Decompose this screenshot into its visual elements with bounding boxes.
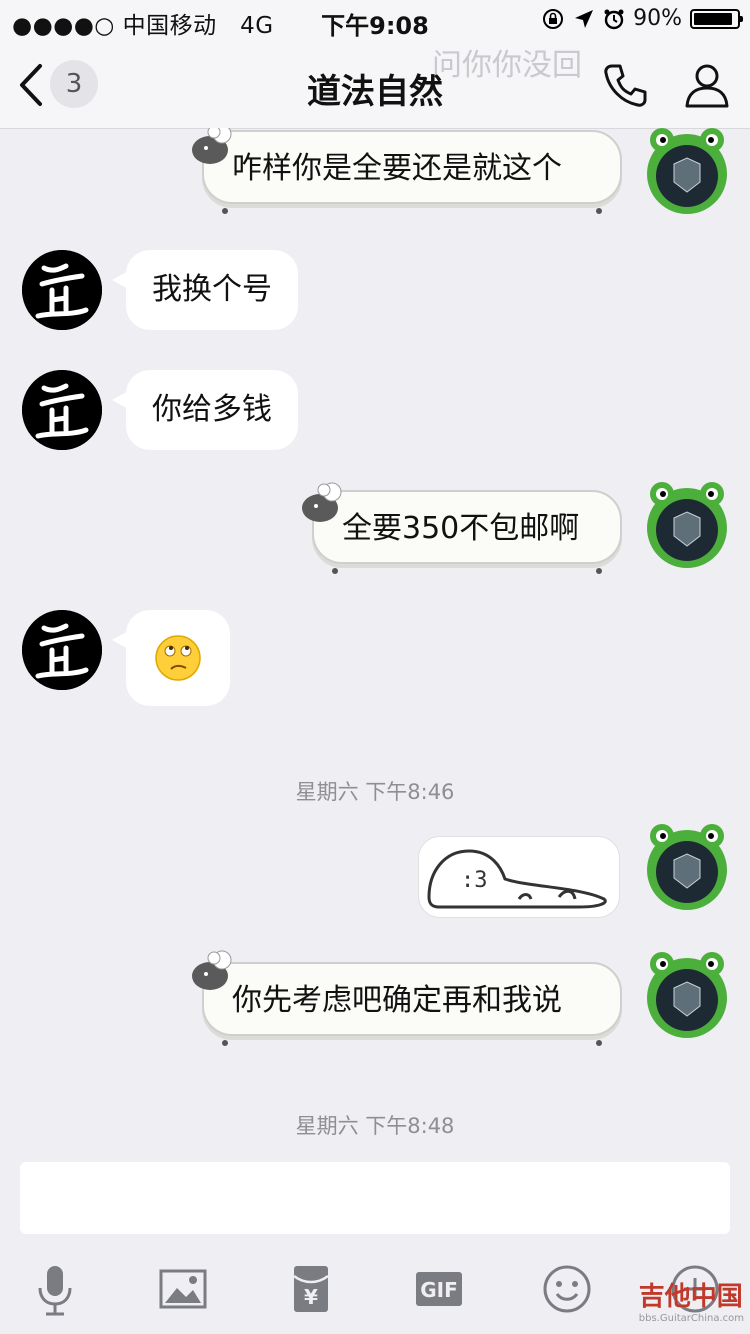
sent-message-bubble[interactable]: 全要350不包邮啊 (312, 490, 622, 564)
battery-icon (690, 8, 743, 29)
sent-message-bubble[interactable]: 你先考虑吧确定再和我说 (202, 962, 622, 1036)
nav-bar: 问你你没回 3 道法自然 (0, 40, 750, 129)
message-timestamp: 星期六 下午8:48 (295, 1114, 455, 1138)
sent-sticker-bubble[interactable]: :3 (418, 836, 620, 918)
sticker-face-text: :3 (461, 868, 488, 893)
alarm-icon (604, 9, 624, 29)
status-right: 90% (541, 6, 743, 31)
contact-profile-icon[interactable] (682, 60, 732, 110)
sent-message-bubble[interactable]: 咋样你是全要还是就这个 (202, 130, 622, 204)
eye-roll-emoji-icon (155, 635, 201, 681)
message-text: 你给多钱 (152, 392, 272, 427)
gif-label: GIF (420, 1278, 458, 1302)
message-text: 全要350不包邮啊 (342, 511, 580, 546)
contact-avatar[interactable] (22, 250, 102, 330)
sheep-bubble-decoration-icon (302, 482, 342, 522)
my-frog-avatar[interactable] (642, 478, 732, 568)
my-frog-avatar[interactable] (642, 820, 732, 910)
location-arrow-icon (575, 9, 594, 28)
input-toolbar: ¥ GIF 吉他中国 bbs.GuitarChina.com (0, 1250, 750, 1334)
contact-avatar[interactable] (22, 610, 102, 690)
phone-call-icon[interactable] (600, 60, 650, 110)
sheep-bubble-decoration-icon (192, 128, 232, 164)
seal-sticker-image: :3 (427, 849, 607, 909)
watermark-url: bbs.GuitarChina.com (638, 1313, 744, 1324)
received-emoji-bubble[interactable] (112, 610, 230, 706)
received-message-bubble[interactable]: 你给多钱 (112, 370, 298, 450)
message-text: 我换个号 (152, 272, 272, 307)
orientation-lock-icon (543, 8, 564, 29)
received-message-bubble[interactable]: 我换个号 (112, 250, 298, 330)
message-text: 你先考虑吧确定再和我说 (232, 983, 562, 1018)
red-packet-icon[interactable]: ¥ (284, 1262, 338, 1316)
microphone-icon[interactable] (28, 1262, 82, 1316)
contact-avatar[interactable] (22, 370, 102, 450)
my-frog-avatar[interactable] (642, 948, 732, 1038)
message-input[interactable] (20, 1162, 730, 1234)
emoji-icon[interactable] (540, 1262, 594, 1316)
sheep-bubble-decoration-icon (192, 950, 232, 990)
my-frog-avatar[interactable] (642, 128, 732, 214)
message-timestamp: 星期六 下午8:46 (295, 780, 455, 804)
status-bar: ●●●●○ 中国移动 4G 下午9:08 90% (0, 0, 750, 40)
watermark-brand: 吉他中国 (638, 1282, 743, 1312)
battery-percent: 90% (633, 6, 682, 31)
gif-icon[interactable]: GIF (412, 1262, 466, 1316)
watermark-logo: 吉他中国 bbs.GuitarChina.com (639, 1276, 744, 1324)
image-icon[interactable] (156, 1262, 210, 1316)
chat-message-list[interactable]: 咋样你是全要还是就这个 我换个号 你给多钱 全要350不包邮啊 星期六 下午8:… (0, 128, 750, 1158)
red-packet-label: ¥ (304, 1285, 318, 1309)
message-text: 咋样你是全要还是就这个 (232, 151, 562, 186)
